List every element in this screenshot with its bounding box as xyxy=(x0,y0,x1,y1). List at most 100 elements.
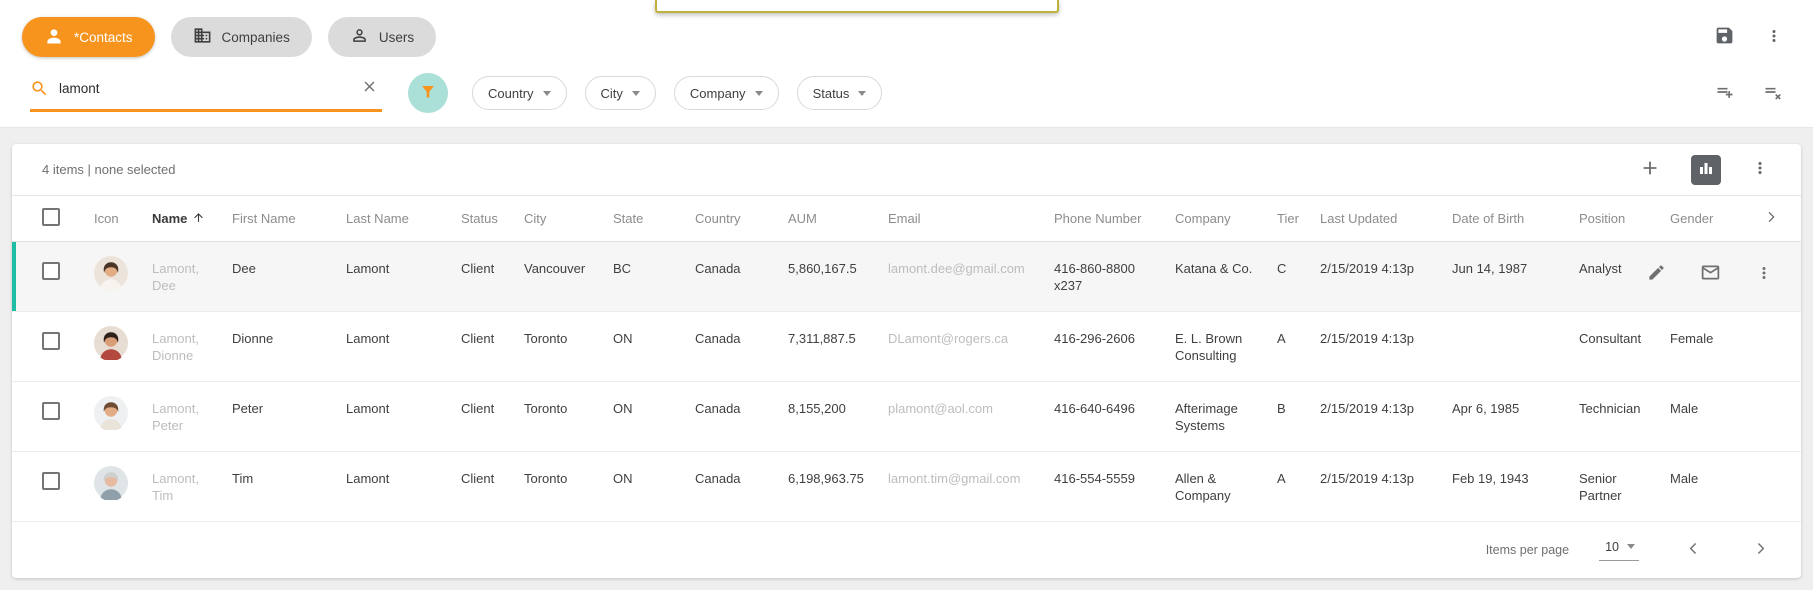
cell-state: BC xyxy=(613,260,695,277)
column-header-last-updated[interactable]: Last Updated xyxy=(1320,211,1452,226)
select-all-checkbox[interactable] xyxy=(42,208,60,226)
next-page-button[interactable] xyxy=(1748,536,1773,564)
cell-email: DLamont@rogers.ca xyxy=(888,330,1054,347)
scroll-columns-right-button[interactable] xyxy=(1759,205,1783,232)
row-checkbox[interactable] xyxy=(42,472,60,490)
cell-email: plamont@aol.com xyxy=(888,400,1054,417)
search-input[interactable] xyxy=(59,81,357,96)
column-header-country[interactable]: Country xyxy=(695,211,788,226)
cell-last-name: Lamont xyxy=(346,470,461,487)
column-header-status[interactable]: Status xyxy=(461,211,524,226)
chevron-right-icon xyxy=(1752,540,1769,560)
row-more-button[interactable] xyxy=(1751,260,1777,289)
truncated-popup xyxy=(655,0,1059,13)
chevron-down-icon xyxy=(858,91,866,96)
cell-first-name: Peter xyxy=(232,400,346,417)
table-row[interactable]: Lamont, Tim Tim Lamont Client Toronto ON… xyxy=(12,452,1801,522)
cell-city: Toronto xyxy=(524,330,613,347)
cell-first-name: Dee xyxy=(232,260,346,277)
cell-date-of-birth: Apr 6, 1985 xyxy=(1452,400,1579,417)
cell-aum: 6,198,963.75 xyxy=(788,470,888,487)
row-checkbox[interactable] xyxy=(42,402,60,420)
cell-date-of-birth: Jun 14, 1987 xyxy=(1452,260,1579,277)
cell-status: Client xyxy=(461,260,524,277)
column-header-city[interactable]: City xyxy=(524,211,613,226)
bar-chart-icon xyxy=(1698,160,1714,179)
tab-users[interactable]: Users xyxy=(328,17,436,57)
filter-chip-status[interactable]: Status xyxy=(797,76,883,110)
avatar xyxy=(94,466,128,500)
header-more-button[interactable] xyxy=(1761,23,1787,52)
add-filter-line-button[interactable] xyxy=(1711,78,1739,109)
close-icon xyxy=(361,78,378,98)
filter-button[interactable] xyxy=(408,73,448,113)
cell-aum: 8,155,200 xyxy=(788,400,888,417)
column-header-name-label: Name xyxy=(152,211,187,226)
cell-country: Canada xyxy=(695,330,788,347)
row-checkbox[interactable] xyxy=(42,262,60,280)
filter-chip-company[interactable]: Company xyxy=(674,76,779,110)
app-header: *Contacts Companies Users xyxy=(0,0,1813,128)
cell-gender: Female xyxy=(1670,330,1750,347)
tab-users-label: Users xyxy=(379,30,414,45)
chevron-right-icon xyxy=(1763,209,1779,228)
edit-row-button[interactable] xyxy=(1643,259,1670,289)
filter-chips: Country City Company Status xyxy=(472,76,882,110)
search-field[interactable] xyxy=(30,74,382,112)
tab-contacts-label: *Contacts xyxy=(74,30,133,45)
cell-tier: A xyxy=(1277,330,1320,347)
row-checkbox[interactable] xyxy=(42,332,60,350)
column-header-icon[interactable]: Icon xyxy=(94,211,152,226)
cell-status: Client xyxy=(461,400,524,417)
column-header-gender[interactable]: Gender xyxy=(1670,211,1750,226)
chevron-down-icon xyxy=(543,91,551,96)
kebab-menu-icon xyxy=(1765,27,1783,48)
cell-state: ON xyxy=(613,470,695,487)
cell-name: Lamont, Dionne xyxy=(152,330,232,364)
clear-search-button[interactable] xyxy=(357,74,382,102)
chart-view-button[interactable] xyxy=(1691,155,1721,185)
column-header-email[interactable]: Email xyxy=(888,211,1054,226)
table-row[interactable]: Lamont, Dee Dee Lamont Client Vancouver … xyxy=(12,242,1801,312)
cell-gender: Male xyxy=(1670,400,1750,417)
column-header-position[interactable]: Position xyxy=(1579,211,1670,226)
cell-email: lamont.dee@gmail.com xyxy=(888,260,1054,277)
previous-page-button[interactable] xyxy=(1681,536,1706,564)
add-contact-button[interactable] xyxy=(1635,153,1665,186)
cell-tier: C xyxy=(1277,260,1320,277)
avatar xyxy=(94,326,128,360)
table-header-row: Icon Name First Name Last Name Status Ci… xyxy=(12,196,1801,242)
filter-chip-city[interactable]: City xyxy=(585,76,656,110)
column-header-first-name[interactable]: First Name xyxy=(232,211,346,226)
table-row[interactable]: Lamont, Dionne Dionne Lamont Client Toro… xyxy=(12,312,1801,382)
column-header-phone[interactable]: Phone Number xyxy=(1054,211,1175,226)
cell-last-updated: 2/15/2019 4:13p xyxy=(1320,400,1452,417)
column-header-state[interactable]: State xyxy=(613,211,695,226)
column-header-aum[interactable]: AUM xyxy=(788,211,888,226)
table-row[interactable]: Lamont, Peter Peter Lamont Client Toront… xyxy=(12,382,1801,452)
tab-contacts[interactable]: *Contacts xyxy=(22,17,155,57)
email-row-button[interactable] xyxy=(1696,258,1725,290)
playlist-add-icon xyxy=(1715,82,1735,105)
filter-chip-city-label: City xyxy=(601,86,623,101)
funnel-icon xyxy=(419,83,437,104)
cell-state: ON xyxy=(613,400,695,417)
table-more-button[interactable] xyxy=(1747,155,1773,184)
tab-companies[interactable]: Companies xyxy=(171,17,312,57)
column-header-tier[interactable]: Tier xyxy=(1277,211,1320,226)
column-header-company[interactable]: Company xyxy=(1175,211,1277,226)
items-per-page-select[interactable]: 10 xyxy=(1599,540,1639,561)
search-filter-row: Country City Company Status xyxy=(0,57,1813,127)
cell-country: Canada xyxy=(695,470,788,487)
save-button[interactable] xyxy=(1710,21,1739,53)
filter-chip-country[interactable]: Country xyxy=(472,76,567,110)
cell-last-name: Lamont xyxy=(346,400,461,417)
column-header-last-name[interactable]: Last Name xyxy=(346,211,461,226)
column-header-name[interactable]: Name xyxy=(152,211,232,227)
cell-aum: 5,860,167.5 xyxy=(788,260,888,277)
clear-filter-line-button[interactable] xyxy=(1759,78,1787,109)
cell-name: Lamont, Tim xyxy=(152,470,232,504)
cell-phone: 416-554-5559 xyxy=(1054,470,1175,487)
column-header-date-of-birth[interactable]: Date of Birth xyxy=(1452,211,1579,226)
cell-last-updated: 2/15/2019 4:13p xyxy=(1320,470,1452,487)
